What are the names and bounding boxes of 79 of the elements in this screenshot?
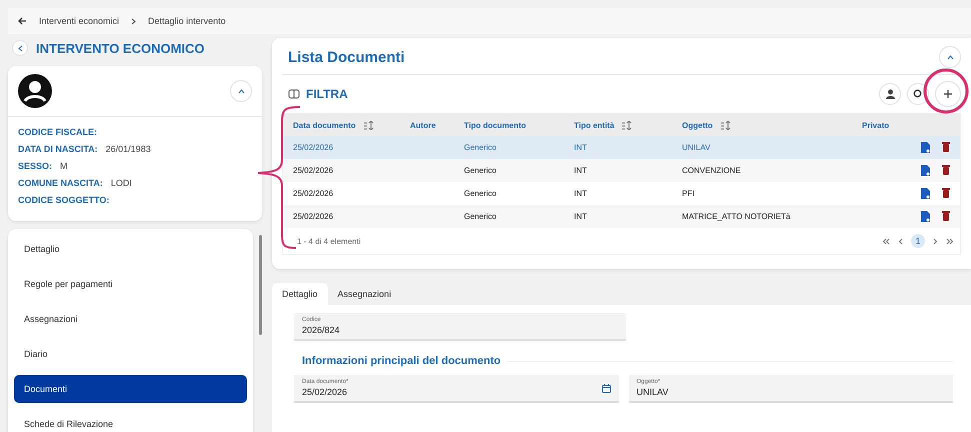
table-cell: MATRICE_ATTO NOTORIETà <box>682 212 790 221</box>
plus-icon <box>944 90 952 98</box>
calendar-icon[interactable] <box>602 384 610 392</box>
table-row[interactable]: 25/02/2026 Generico INT CONVENZIONE <box>283 159 960 182</box>
table-cell: 25/02/2026 <box>293 166 334 175</box>
sort-icon[interactable] <box>364 120 374 130</box>
table-row[interactable]: 25/02/2026 Generico INT MATRICE_ATTO NOTORIETà <box>283 205 960 228</box>
tab[interactable]: Assegnazioni <box>328 283 402 305</box>
nav-item[interactable]: Schede di Rilevazione <box>14 410 247 432</box>
nav-item[interactable]: Documenti <box>14 375 247 403</box>
nav-item[interactable]: Regole per pagamenti <box>14 270 247 298</box>
user-button[interactable] <box>879 83 901 105</box>
field-label: CODICE SOGGETTO: <box>18 195 110 205</box>
column-header[interactable]: Oggetto <box>682 120 713 130</box>
chevron-icon <box>131 18 136 24</box>
chevron-up-icon <box>946 54 954 60</box>
chevron-up-icon <box>238 88 244 94</box>
trash-icon[interactable] <box>942 165 950 175</box>
table-cell: CONVENZIONE <box>682 166 741 175</box>
table-cell: 25/02/2026 <box>293 212 334 221</box>
highlight-circle <box>924 68 968 114</box>
back-button[interactable] <box>12 40 28 56</box>
card-title: Lista Documenti <box>288 48 405 66</box>
trash-icon[interactable] <box>942 142 950 152</box>
table-cell: 25/02/2026 <box>293 143 334 152</box>
previous-page-icon[interactable] <box>898 238 903 244</box>
trash-icon[interactable] <box>942 211 950 221</box>
table-cell: Generico <box>464 212 496 221</box>
document-icon[interactable] <box>921 142 930 153</box>
sort-icon[interactable] <box>622 120 632 130</box>
table-cell: PFI <box>682 189 694 198</box>
page-button[interactable]: 1 <box>911 234 925 248</box>
trash-icon[interactable] <box>942 188 950 198</box>
chevron-left-icon <box>18 44 22 52</box>
section-heading: Informazioni principali del documento <box>302 355 501 367</box>
document-icon[interactable] <box>921 188 930 199</box>
column-header[interactable]: Autore <box>410 120 436 130</box>
columns-icon[interactable] <box>288 89 300 99</box>
sort-icon[interactable] <box>720 120 731 130</box>
breadcrumb-item[interactable]: Interventi economici <box>39 16 120 26</box>
nav-item[interactable]: Assegnazioni <box>14 305 247 333</box>
table-cell: INT <box>574 212 587 221</box>
document-icon[interactable] <box>921 165 930 176</box>
field-value: 26/01/1983 <box>106 144 151 154</box>
table-cell: INT <box>574 189 587 198</box>
search-icon <box>913 89 923 99</box>
filter-label[interactable]: FILTRA <box>306 87 348 101</box>
field-label: CODICE FISCALE: <box>18 127 98 137</box>
column-header[interactable]: Privato <box>862 120 890 130</box>
table-cell: Generico <box>464 166 496 175</box>
next-page-icon[interactable] <box>933 238 938 244</box>
table-cell: Generico <box>464 143 496 152</box>
tab[interactable]: Dettaglio <box>272 283 328 305</box>
nav-item[interactable]: Dettaglio <box>14 235 247 263</box>
first-page-icon[interactable] <box>882 238 890 244</box>
section-title: INTERVENTO ECONOMICO <box>36 40 205 56</box>
pagination-summary: 1 - 4 di 4 elementi <box>297 236 361 246</box>
table-cell: INT <box>574 166 587 175</box>
field-value: M <box>60 161 68 171</box>
document-icon[interactable] <box>921 211 930 222</box>
field-label: COMUNE NASCITA: <box>18 178 103 188</box>
column-header[interactable]: Tipo entità <box>574 120 614 130</box>
table-row[interactable]: 25/02/2026 Generico INT UNILAV <box>283 136 960 159</box>
field-label: SESSO: <box>18 161 52 171</box>
back-icon[interactable] <box>18 17 27 25</box>
table-cell: 25/02/2026 <box>293 189 334 198</box>
column-header[interactable]: Tipo documento <box>464 120 526 130</box>
add-button[interactable] <box>935 81 961 107</box>
table-cell: UNILAV <box>682 143 710 152</box>
avatar-icon <box>18 74 52 108</box>
field-label: DATA DI NASCITA: <box>18 144 98 154</box>
nav-item[interactable]: Diario <box>14 340 247 368</box>
user-icon <box>886 89 894 99</box>
field-value: LODI <box>110 178 132 188</box>
last-page-icon[interactable] <box>946 238 954 244</box>
column-header[interactable]: Data documento <box>293 120 356 130</box>
breadcrumb-item[interactable]: Dettaglio intervento <box>148 16 226 26</box>
table-cell: INT <box>574 143 587 152</box>
table-cell: Generico <box>464 189 496 198</box>
